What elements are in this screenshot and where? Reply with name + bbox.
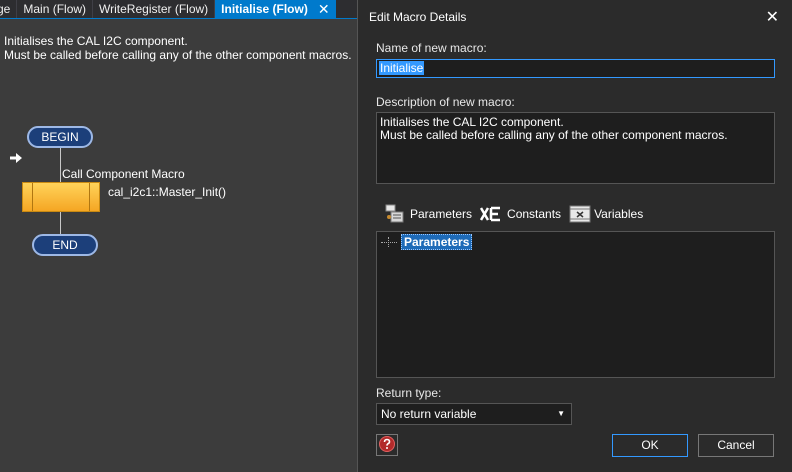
dialog-titlebar[interactable]: Edit Macro Details ✕ [358,0,792,32]
end-terminal[interactable]: END [32,234,98,256]
arrow-right-icon [10,150,22,166]
description-line: Must be called before calling any of the… [4,48,352,62]
macro-name-input[interactable]: Initialise [376,59,775,78]
macro-description: Initialises the CAL I2C component. Must … [4,34,352,62]
name-label: Name of new macro: [376,41,487,55]
tab-close-icon[interactable]: ✕ [318,0,330,18]
parameters-label: Parameters [410,207,473,221]
edit-macro-dialog: Edit Macro Details ✕ Name of new macro: … [357,0,792,472]
flow-connector [60,148,61,182]
macro-name-value: Initialise [379,61,425,75]
variables-button[interactable]: Variables [569,203,643,225]
dialog-edge [788,32,792,472]
cancel-button[interactable]: Cancel [698,434,774,457]
component-macro-block[interactable] [22,182,100,212]
close-icon[interactable]: ✕ [766,7,779,27]
document-tabs: ge Main (Flow) WriteRegister (Flow) Init… [0,0,360,19]
parameters-icon [385,203,407,225]
constants-icon [480,205,505,223]
parameters-tree[interactable]: Parameters [376,231,775,378]
variables-label: Variables [594,207,644,221]
description-label: Description of new macro: [376,95,515,109]
ok-button[interactable]: OK [612,434,688,457]
macro-description-input[interactable]: Initialises the CAL I2C component. Must … [376,112,775,184]
tab-label: Initialise (Flow) [221,1,308,16]
macro-block-title: Call Component Macro [62,167,185,181]
tree-connector [381,237,397,247]
help-icon [379,435,395,455]
tab-initialise-flow[interactable]: Initialise (Flow) ✕ [215,0,336,18]
variables-icon [569,203,591,225]
end-label: END [52,238,78,252]
tab-partial[interactable]: ge [0,0,18,18]
tree-root-label: Parameters [401,234,473,250]
return-type-select[interactable]: No return variable ▼ [376,403,572,425]
tab-label: Main (Flow) [23,2,87,16]
parameter-toolbar: Parameters Constants Variables [385,200,648,228]
constants-button[interactable]: Constants [480,205,561,223]
tab-main-flow[interactable]: Main (Flow) [17,0,94,18]
help-button[interactable] [376,434,398,456]
description-line: Initialises the CAL I2C component. [4,34,188,48]
tree-root-node[interactable]: Parameters [381,234,473,250]
dialog-title: Edit Macro Details [369,10,467,24]
tab-label: ge [0,2,11,16]
constants-label: Constants [507,207,562,221]
description-line: Must be called before calling any of the… [380,128,728,142]
return-type-label: Return type: [376,386,442,400]
parameters-button[interactable]: Parameters [385,203,472,225]
begin-label: BEGIN [41,130,79,144]
tab-label: WriteRegister (Flow) [99,2,209,16]
macro-call-text: cal_i2c1::Master_Init() [108,185,227,199]
begin-terminal[interactable]: BEGIN [27,126,93,148]
flowchart-canvas[interactable]: Initialises the CAL I2C component. Must … [0,20,360,472]
flow-connector [60,212,61,236]
chevron-down-icon: ▼ [557,409,565,418]
return-type-value: No return variable [381,407,477,421]
tab-writeregister-flow[interactable]: WriteRegister (Flow) [93,0,216,18]
